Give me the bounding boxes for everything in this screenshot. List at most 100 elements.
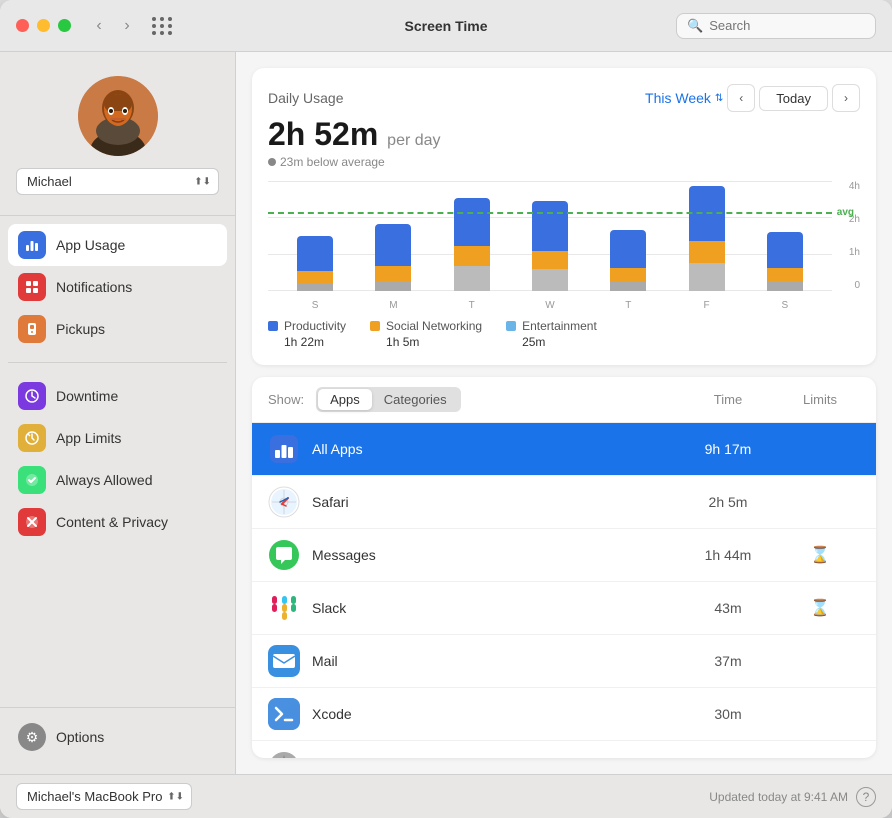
bar-blue-t2 xyxy=(610,230,646,268)
legend-time-social: 1h 5m xyxy=(370,335,482,349)
below-avg-icon xyxy=(268,158,276,166)
traffic-lights xyxy=(16,19,71,32)
options-icon: ⚙ xyxy=(18,723,46,751)
sidebar-item-downtime[interactable]: Downtime xyxy=(8,375,227,417)
legend-label-entertainment: Entertainment xyxy=(522,319,597,333)
device-selector[interactable]: Michael's MacBook Pro ⬆⬇ xyxy=(16,783,192,810)
bar-stack-f xyxy=(689,186,725,291)
user-selector[interactable]: Michael ⬆⬇ xyxy=(16,168,219,195)
app-row-xcode[interactable]: Xcode 30m xyxy=(252,688,876,741)
app-row-slack[interactable]: Slack 43m ⌛ xyxy=(252,582,876,635)
forward-button[interactable]: › xyxy=(115,14,139,38)
window-title: Screen Time xyxy=(404,18,487,34)
y-label-1h: 1h xyxy=(849,247,860,258)
categories-toggle-button[interactable]: Categories xyxy=(372,389,459,410)
downtime-icon xyxy=(18,382,46,410)
toggle-group: Apps Categories xyxy=(316,387,461,412)
device-select-input[interactable]: Michael's MacBook Pro xyxy=(16,783,192,810)
bar-blue-s1 xyxy=(297,236,333,271)
legend-productivity: Productivity 1h 22m xyxy=(268,319,346,349)
messages-name: Messages xyxy=(312,547,676,563)
app-row-messages[interactable]: Messages 1h 44m ⌛ xyxy=(252,529,876,582)
sidebar-item-app-usage[interactable]: App Usage xyxy=(8,224,227,266)
week-selector: This Week ⇅ ‹ Today › xyxy=(645,84,860,112)
bar-orange-t2 xyxy=(610,268,646,282)
sidebar-item-app-limits-label: App Limits xyxy=(56,430,121,446)
app-row-mail[interactable]: Mail 37m xyxy=(252,635,876,688)
apps-toggle-button[interactable]: Apps xyxy=(318,389,372,410)
slack-limits: ⌛ xyxy=(780,598,860,618)
sidebar-nav: App Usage Notifications xyxy=(0,220,235,707)
search-icon: 🔍 xyxy=(687,18,703,34)
slack-icon xyxy=(268,592,300,624)
week-dropdown[interactable]: This Week ⇅ xyxy=(645,90,723,106)
bar-orange-s2 xyxy=(767,268,803,281)
sidebar: Michael ⬆⬇ App Usage xyxy=(0,52,236,774)
bar-orange-f xyxy=(689,241,725,263)
titlebar: ‹ › Screen Time 🔍 xyxy=(0,0,892,52)
bar-group-s1 xyxy=(293,236,337,291)
nav-gap xyxy=(8,350,227,358)
sidebar-item-pickups-label: Pickups xyxy=(56,321,105,337)
system-prefs-icon xyxy=(268,751,300,758)
bar-stack-m xyxy=(375,224,411,291)
grid-icon xyxy=(152,17,173,35)
col-time-header: Time xyxy=(688,392,768,407)
help-button[interactable]: ? xyxy=(856,787,876,807)
sidebar-item-notifications[interactable]: Notifications xyxy=(8,266,227,308)
bar-orange-t1 xyxy=(454,246,490,266)
sidebar-item-content-privacy[interactable]: Content & Privacy xyxy=(8,501,227,543)
user-select-input[interactable]: Michael xyxy=(16,168,219,195)
bar-group-s2 xyxy=(763,232,807,291)
bar-orange-s1 xyxy=(297,271,333,283)
col-limits-header: Limits xyxy=(780,392,860,407)
maximize-button[interactable] xyxy=(58,19,71,32)
bar-blue-w xyxy=(532,201,568,251)
x-label-f: F xyxy=(685,300,729,311)
bar-group-t2 xyxy=(606,230,650,291)
back-button[interactable]: ‹ xyxy=(87,14,111,38)
bar-orange-w xyxy=(532,251,568,269)
x-label-s2: S xyxy=(763,300,807,311)
search-input[interactable] xyxy=(709,18,859,33)
sidebar-item-app-limits[interactable]: App Limits xyxy=(8,417,227,459)
bars-container xyxy=(268,181,832,291)
xcode-time: 30m xyxy=(688,706,768,722)
content-area: Daily Usage This Week ⇅ ‹ Today › 2h 52m… xyxy=(236,52,892,774)
bar-blue-s2 xyxy=(767,232,803,268)
sidebar-item-pickups[interactable]: Pickups xyxy=(8,308,227,350)
bar-blue-t1 xyxy=(454,198,490,246)
search-box[interactable]: 🔍 xyxy=(676,13,876,39)
legend-entertainment: Entertainment 25m xyxy=(506,319,597,349)
close-button[interactable] xyxy=(16,19,29,32)
y-labels: 4h 2h 1h 0 xyxy=(834,181,860,291)
avg-label: avg xyxy=(837,207,854,218)
bar-stack-w xyxy=(532,201,568,291)
app-row-all-apps[interactable]: All Apps 9h 17m xyxy=(252,423,876,476)
content-privacy-icon xyxy=(18,508,46,536)
app-row-system-prefs[interactable]: System Preferences 12m 55s xyxy=(252,741,876,758)
mail-name: Mail xyxy=(312,653,676,669)
minimize-button[interactable] xyxy=(37,19,50,32)
grid-button[interactable] xyxy=(147,11,177,41)
show-label: Show: xyxy=(268,392,304,407)
sidebar-item-always-allowed[interactable]: Always Allowed xyxy=(8,459,227,501)
notifications-icon xyxy=(18,273,46,301)
safari-icon xyxy=(268,486,300,518)
bar-gray-t2 xyxy=(610,282,646,291)
bar-stack-t2 xyxy=(610,230,646,291)
bar-blue-m xyxy=(375,224,411,266)
next-week-button[interactable]: › xyxy=(832,84,860,112)
app-row-safari[interactable]: Safari 2h 5m xyxy=(252,476,876,529)
options-label: Options xyxy=(56,729,104,745)
messages-limits: ⌛ xyxy=(780,545,860,565)
usage-unit: per day xyxy=(387,132,440,149)
prev-week-button[interactable]: ‹ xyxy=(727,84,755,112)
mail-icon xyxy=(268,645,300,677)
options-item[interactable]: ⚙ Options xyxy=(8,716,227,758)
xcode-name: Xcode xyxy=(312,706,676,722)
legend-dot-entertainment xyxy=(506,321,516,331)
today-button[interactable]: Today xyxy=(759,86,828,111)
x-label-t1: T xyxy=(450,300,494,311)
legend-time-productivity: 1h 22m xyxy=(268,335,346,349)
